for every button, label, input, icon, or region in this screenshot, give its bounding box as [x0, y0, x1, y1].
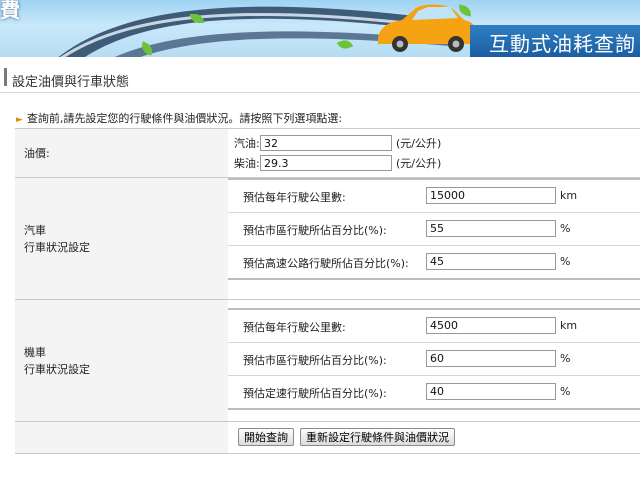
motorcycle-label-line2: 行車狀況設定 [24, 362, 90, 376]
moto-city-percent-unit: % [560, 352, 571, 365]
gasoline-label: 汽油: [234, 137, 260, 150]
fuel-price-content: 汽油: (元/公升) 柴油: (元/公升) [228, 129, 640, 177]
car-highway-percent-unit: % [560, 255, 571, 268]
moto-cruise-percent-label: 預估定速行駛所佔百分比(%): [243, 387, 387, 400]
section-header: 設定油價與行車狀態 [0, 62, 640, 93]
car-settings-row: 汽車行車狀況設定 預估每年行駛公里數: km 預估市區行駛所佔百分比(%): %… [15, 178, 640, 300]
car-highway-percent-row: 預估高速公路行駛所佔百分比(%): % [228, 246, 640, 280]
diesel-unit: (元/公升) [396, 157, 442, 170]
moto-city-percent-input[interactable] [426, 350, 556, 367]
motorcycle-settings-table: 預估每年行駛公里數: km 預估市區行駛所佔百分比(%): % 預估定速行駛所佔… [228, 308, 640, 410]
fuel-price-row: 油價: 汽油: (元/公升) 柴油: (元/公升) [15, 129, 640, 178]
gasoline-line: 汽油: (元/公升) [234, 133, 441, 153]
start-query-button[interactable]: 開始查詢 [238, 428, 294, 446]
actions-label-cell [15, 422, 237, 453]
car-city-percent-row: 預估市區行駛所佔百分比(%): % [228, 213, 640, 246]
moto-annual-km-unit: km [560, 319, 578, 332]
car-annual-km-input[interactable] [426, 187, 556, 204]
actions-content: 開始查詢 重新設定行駛條件與油價狀況 [228, 422, 640, 453]
motorcycle-settings-content: 預估每年行駛公里數: km 預估市區行駛所佔百分比(%): % 預估定速行駛所佔… [228, 300, 640, 421]
fuel-price-label: 油價: [15, 129, 237, 177]
actions-row: 開始查詢 重新設定行駛條件與油價狀況 [15, 422, 640, 454]
car-city-percent-input[interactable] [426, 220, 556, 237]
motorcycle-settings-row: 機車行車狀況設定 預估每年行駛公里數: km 預估市區行駛所佔百分比(%): %… [15, 300, 640, 422]
moto-annual-km-label: 預估每年行駛公里數: [243, 321, 346, 334]
diesel-price-input[interactable] [260, 155, 392, 171]
settings-form: 油價: 汽油: (元/公升) 柴油: (元/公升) 汽車行車狀況設定 預估每年行… [15, 128, 640, 454]
header-banner: 費 互動式油耗查詢 [0, 0, 640, 57]
car-label-line1: 汽車 [24, 223, 46, 237]
car-settings-content: 預估每年行駛公里數: km 預估市區行駛所佔百分比(%): % 預估高速公路行駛… [228, 178, 640, 299]
car-annual-km-row: 預估每年行駛公里數: km [228, 178, 640, 213]
moto-annual-km-input[interactable] [426, 317, 556, 334]
gasoline-price-input[interactable] [260, 135, 392, 151]
arrow-right-icon: ► [16, 115, 23, 125]
car-label-line2: 行車狀況設定 [24, 240, 90, 254]
car-settings-table: 預估每年行駛公里數: km 預估市區行駛所佔百分比(%): % 預估高速公路行駛… [228, 178, 640, 280]
instruction-text: ► 查詢前,請先設定您的行駛條件與油價狀況。請按照下列選項點選: [16, 110, 342, 126]
car-highway-percent-label: 預估高速公路行駛所佔百分比(%): [243, 257, 409, 270]
app-title: 互動式油耗查詢 [489, 32, 636, 56]
moto-annual-km-row: 預估每年行駛公里數: km [228, 308, 640, 343]
car-city-percent-label: 預估市區行駛所佔百分比(%): [243, 224, 387, 237]
section-marker [4, 68, 7, 86]
gasoline-unit: (元/公升) [396, 137, 442, 150]
moto-city-percent-label: 預估市區行駛所佔百分比(%): [243, 354, 387, 367]
diesel-label: 柴油: [234, 157, 260, 170]
moto-cruise-percent-input[interactable] [426, 383, 556, 400]
car-icon [378, 4, 478, 52]
moto-cruise-percent-unit: % [560, 385, 571, 398]
car-settings-label: 汽車 行車狀況設定 [15, 178, 237, 299]
moto-city-percent-row: 預估市區行駛所佔百分比(%): % [228, 343, 640, 376]
car-highway-percent-input[interactable] [426, 253, 556, 270]
car-annual-km-unit: km [560, 189, 578, 202]
motorcycle-label-line1: 機車 [24, 345, 46, 359]
moto-cruise-percent-row: 預估定速行駛所佔百分比(%): % [228, 376, 640, 410]
car-annual-km-label: 預估每年行駛公里數: [243, 191, 346, 204]
diesel-line: 柴油: (元/公升) [234, 153, 441, 173]
motorcycle-settings-label: 機車 行車狀況設定 [15, 300, 237, 421]
section-title: 設定油價與行車狀態 [12, 75, 130, 90]
reset-settings-button[interactable]: 重新設定行駛條件與油價狀況 [300, 428, 455, 446]
site-logo: 費 [0, 0, 20, 22]
action-buttons: 開始查詢 重新設定行駛條件與油價狀況 [238, 428, 455, 446]
instruction-label: 查詢前,請先設定您的行駛條件與油價狀況。請按照下列選項點選: [26, 112, 343, 125]
car-city-percent-unit: % [560, 222, 571, 235]
